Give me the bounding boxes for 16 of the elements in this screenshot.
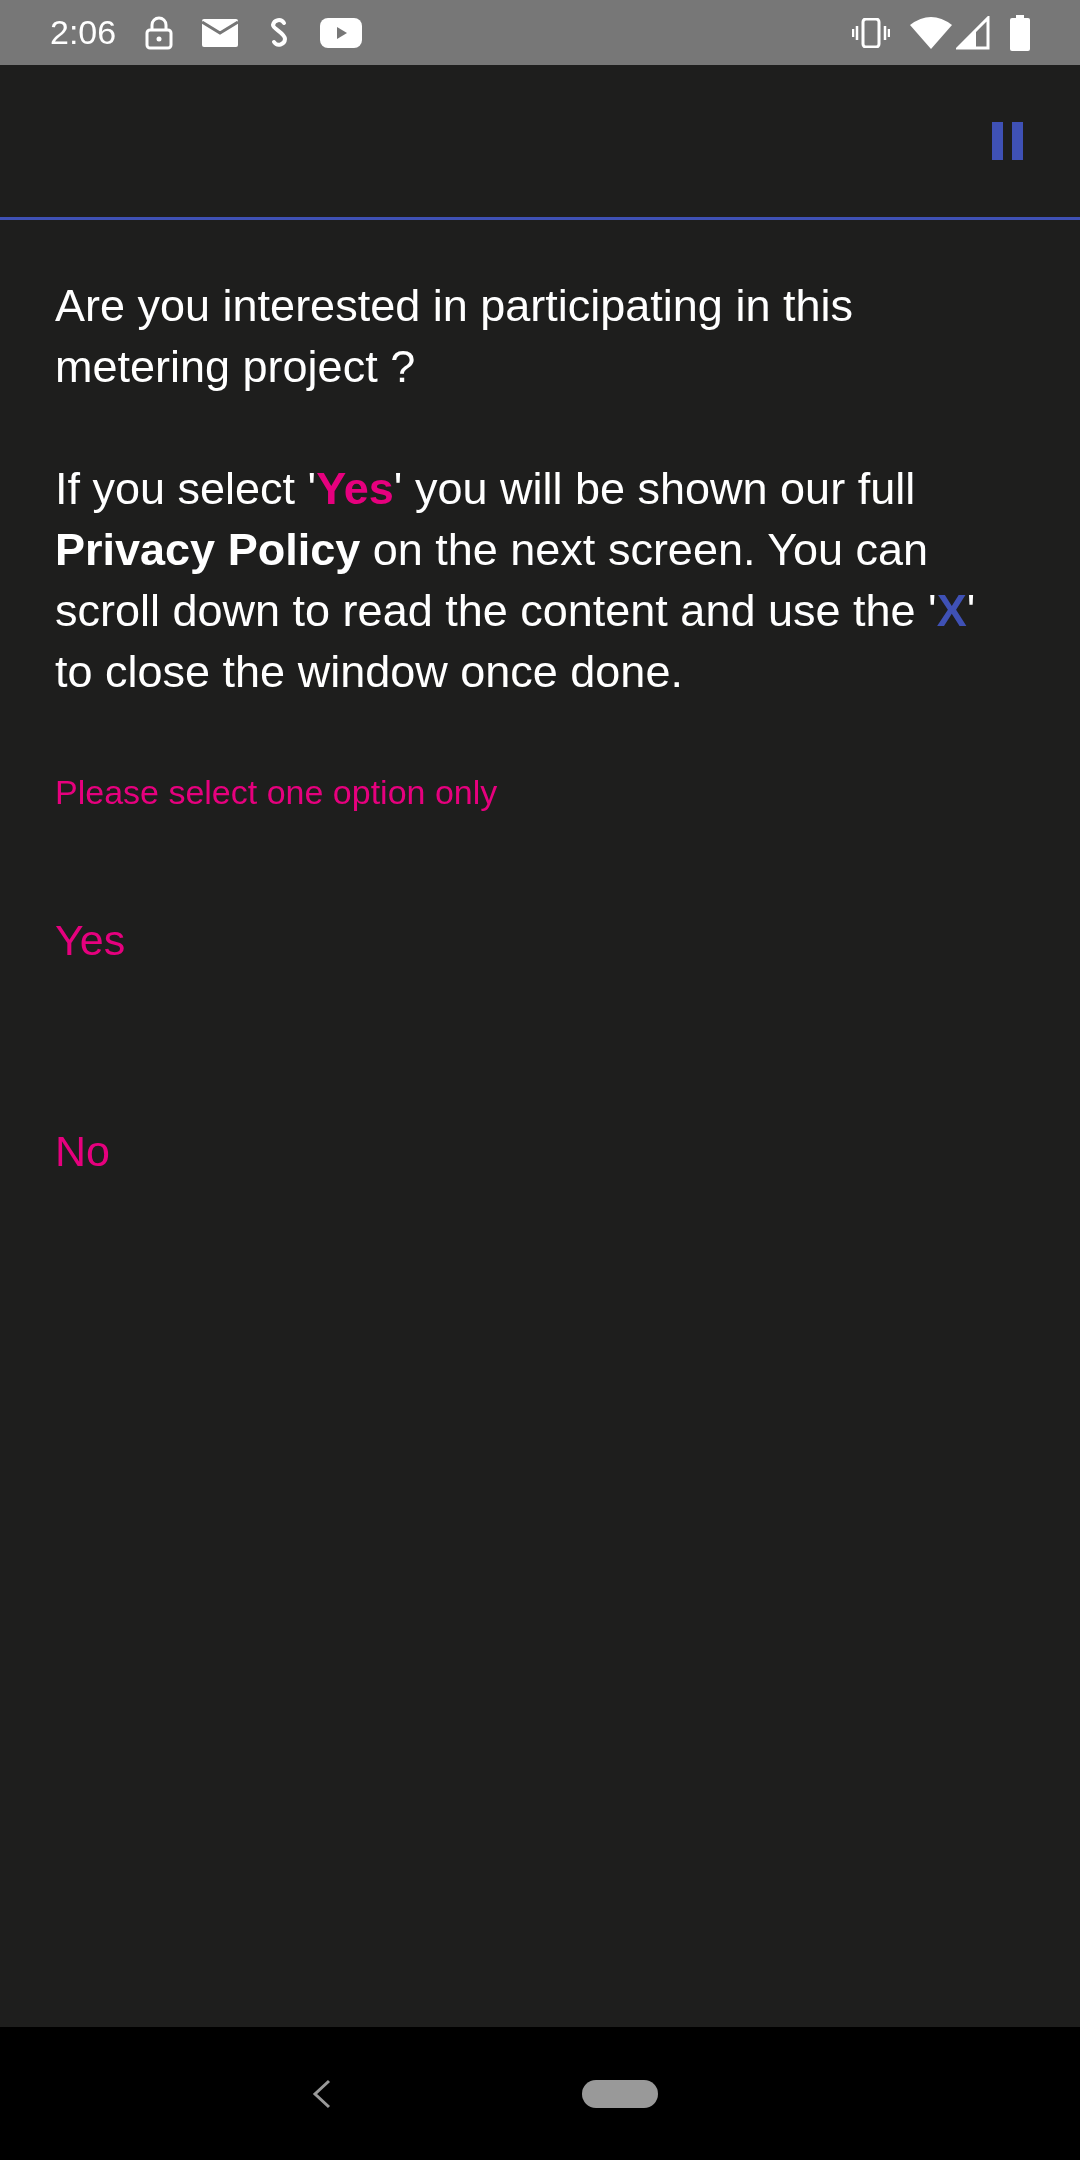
option-item[interactable]: Yes: [55, 908, 126, 973]
home-handle[interactable]: [582, 2079, 658, 2108]
wifi-icon: [910, 16, 952, 49]
info-text: If you select 'Yes' you will be shown our full Privacy Policy on the next screen. You can scroll down to read the content and use the 'X' to close the window once done.: [55, 462, 977, 699]
status-time: 2:06: [50, 12, 117, 53]
mail-icon: [202, 18, 239, 47]
vibrate-icon: [852, 17, 890, 48]
hint-text: Please select one option only: [55, 772, 499, 813]
signal-icon: [956, 15, 990, 50]
lock-icon: [144, 15, 175, 50]
play-icon: [320, 17, 363, 48]
option-item[interactable]: No: [55, 1118, 110, 1183]
battery-icon: [1010, 14, 1030, 51]
back-icon[interactable]: [312, 2078, 332, 2109]
question-text: Are you interested in participating in this metering project ?: [55, 279, 854, 394]
pause-button[interactable]: [990, 120, 1025, 162]
